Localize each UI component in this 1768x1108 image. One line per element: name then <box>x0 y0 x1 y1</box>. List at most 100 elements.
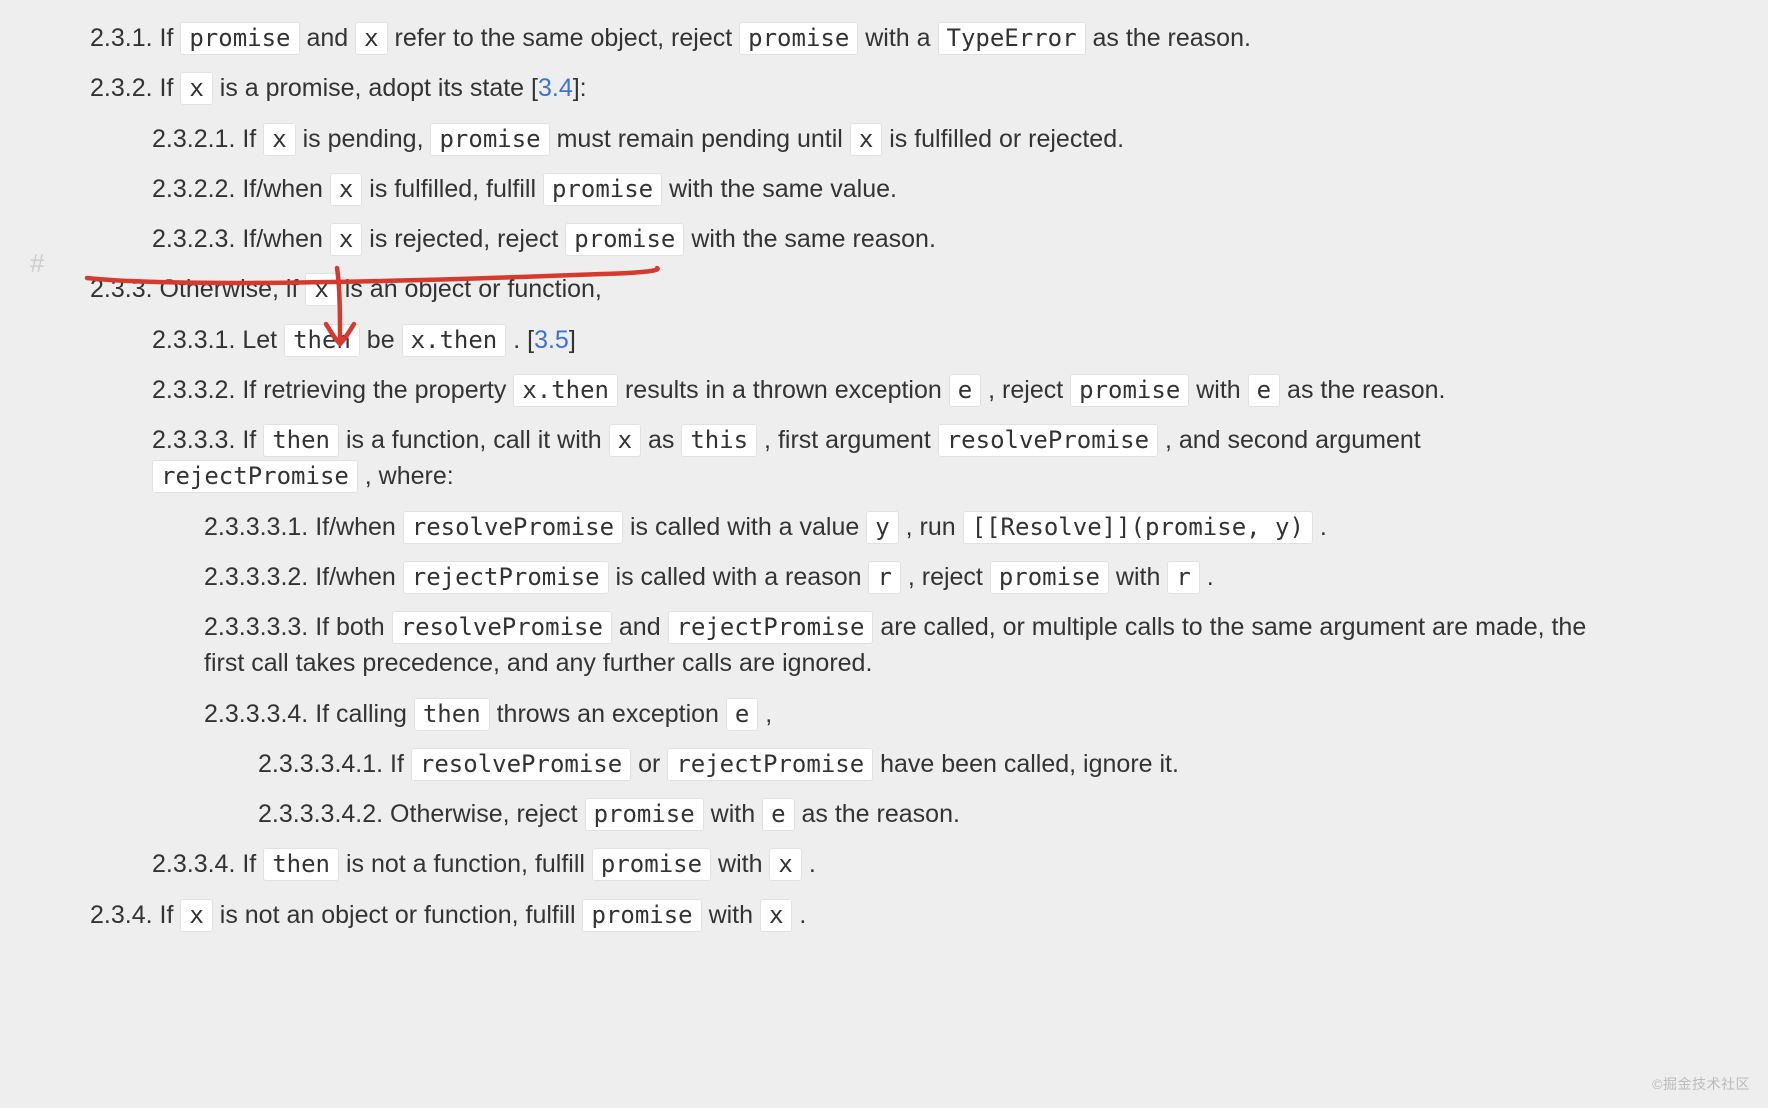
code-x: x <box>330 173 362 206</box>
text: , run <box>899 513 963 541</box>
item-2-3-2-2: 2.3.2.2. If/when x is fulfilled, fulfill… <box>152 171 1620 207</box>
item-2-3-3-3: 2.3.3.3. If then is a function, call it … <box>152 422 1620 495</box>
text: If <box>153 74 181 102</box>
text: is a function, call it with <box>339 426 609 454</box>
text: is not an object or function, fulfill <box>213 901 583 929</box>
text: , and second argument <box>1158 426 1421 454</box>
item-number: 2.3.3.4. <box>152 850 235 878</box>
code-resolvepromise: resolvePromise <box>392 611 612 644</box>
text: is fulfilled, fulfill <box>362 175 543 203</box>
code-x: x <box>330 223 362 256</box>
code-r: r <box>1167 561 1199 594</box>
text: throws an exception <box>490 700 726 728</box>
item-number: 2.3.2. <box>90 74 153 102</box>
item-2-3-2-1: 2.3.2.1. If x is pending, promise must r… <box>152 121 1620 157</box>
text: If/when <box>308 513 403 541</box>
item-number: 2.3.2.3. <box>152 225 235 253</box>
text: is not a function, fulfill <box>339 850 592 878</box>
text: Let <box>235 326 284 354</box>
text: as the reason. <box>795 800 960 828</box>
item-number: 2.3.3.3. <box>152 426 235 454</box>
code-x: x <box>609 424 641 457</box>
text: . <box>1200 563 1214 591</box>
item-2-3-2-3: 2.3.2.3. If/when x is rejected, reject p… <box>152 221 1620 257</box>
text: with <box>1189 376 1247 404</box>
text: If/when <box>308 563 403 591</box>
text: is called with a value <box>623 513 866 541</box>
item-2-3-3-4: 2.3.3.4. If then is not a function, fulf… <box>152 846 1620 882</box>
code-promise: promise <box>430 123 549 156</box>
text: is rejected, reject <box>362 225 565 253</box>
code-y: y <box>866 511 898 544</box>
code-x: x <box>355 22 387 55</box>
item-2-3-3-3-1: 2.3.3.3.1. If/when resolvePromise is cal… <box>204 509 1620 545</box>
code-promise: promise <box>739 22 858 55</box>
text: is fulfilled or rejected. <box>882 125 1124 153</box>
text: as the reason. <box>1086 24 1251 52</box>
code-this: this <box>681 424 757 457</box>
text: , where: <box>358 462 454 490</box>
text: . <box>792 901 806 929</box>
text: with <box>711 850 769 878</box>
code-rejectpromise: rejectPromise <box>668 611 874 644</box>
item-number: 2.3.3.3.3. <box>204 613 308 641</box>
code-x: x <box>850 123 882 156</box>
link-3-4[interactable]: 3.4 <box>538 74 573 102</box>
item-2-3-2: 2.3.2. If x is a promise, adopt its stat… <box>90 70 1620 106</box>
text: ]: <box>573 74 587 102</box>
code-x-then: x.then <box>402 324 507 357</box>
code-promise: promise <box>582 899 701 932</box>
text: If/when <box>235 225 330 253</box>
item-number: 2.3.3.1. <box>152 326 235 354</box>
anchor-hash-icon[interactable]: # <box>30 248 44 279</box>
text: be <box>360 326 402 354</box>
code-x: x <box>760 899 792 932</box>
text: with <box>702 901 760 929</box>
text: with <box>1109 563 1167 591</box>
text: If <box>235 426 263 454</box>
text: If calling <box>308 700 414 728</box>
text: or <box>631 750 667 778</box>
text: is called with a reason <box>609 563 869 591</box>
spec-list: 2.3.1. If promise and x refer to the sam… <box>0 20 1620 933</box>
code-promise: promise <box>585 798 704 831</box>
text: is a promise, adopt its state [ <box>213 74 538 102</box>
text: , reject <box>901 563 990 591</box>
item-number: 2.3.3.3.1. <box>204 513 308 541</box>
item-2-3-3-3-4: 2.3.3.3.4. If calling then throws an exc… <box>204 696 1620 732</box>
text: is an object or function, <box>338 275 602 303</box>
spec-document: # 2.3.1. If promise and x refer to the s… <box>0 0 1768 1108</box>
text: as the reason. <box>1280 376 1445 404</box>
item-2-3-3: 2.3.3. Otherwise, if x is an object or f… <box>90 271 1620 307</box>
item-2-3-4: 2.3.4. If x is not an object or function… <box>90 897 1620 933</box>
item-2-3-3-1: 2.3.3.1. Let then be x.then . [3.5] <box>152 322 1620 358</box>
code-promise: promise <box>1070 374 1189 407</box>
item-number: 2.3.2.2. <box>152 175 235 203</box>
code-typeerror: TypeError <box>938 22 1086 55</box>
code-e: e <box>949 374 981 407</box>
code-resolvepromise: resolvePromise <box>403 511 623 544</box>
code-resolvepromise: resolvePromise <box>411 748 631 781</box>
code-promise: promise <box>565 223 684 256</box>
item-number: 2.3.1. <box>90 24 153 52</box>
text: If <box>153 24 181 52</box>
item-number: 2.3.3. <box>90 275 153 303</box>
code-rejectpromise: rejectPromise <box>667 748 873 781</box>
text: If <box>383 750 411 778</box>
code-x: x <box>180 72 212 105</box>
item-number: 2.3.4. <box>90 901 153 929</box>
code-then: then <box>263 424 339 457</box>
code-x: x <box>769 848 801 881</box>
link-3-5[interactable]: 3.5 <box>534 326 569 354</box>
text: . [ <box>506 326 534 354</box>
code-r: r <box>868 561 900 594</box>
item-number: 2.3.3.3.4. <box>204 700 308 728</box>
code-x: x <box>263 123 295 156</box>
watermark-text: ©掘金技术社区 <box>1652 1074 1750 1094</box>
text: . <box>802 850 816 878</box>
text: and <box>300 24 356 52</box>
code-promise: promise <box>543 173 662 206</box>
item-2-3-3-3-4-1: 2.3.3.3.4.1. If resolvePromise or reject… <box>258 746 1620 782</box>
text: refer to the same object, reject <box>388 24 740 52</box>
text: as <box>641 426 681 454</box>
